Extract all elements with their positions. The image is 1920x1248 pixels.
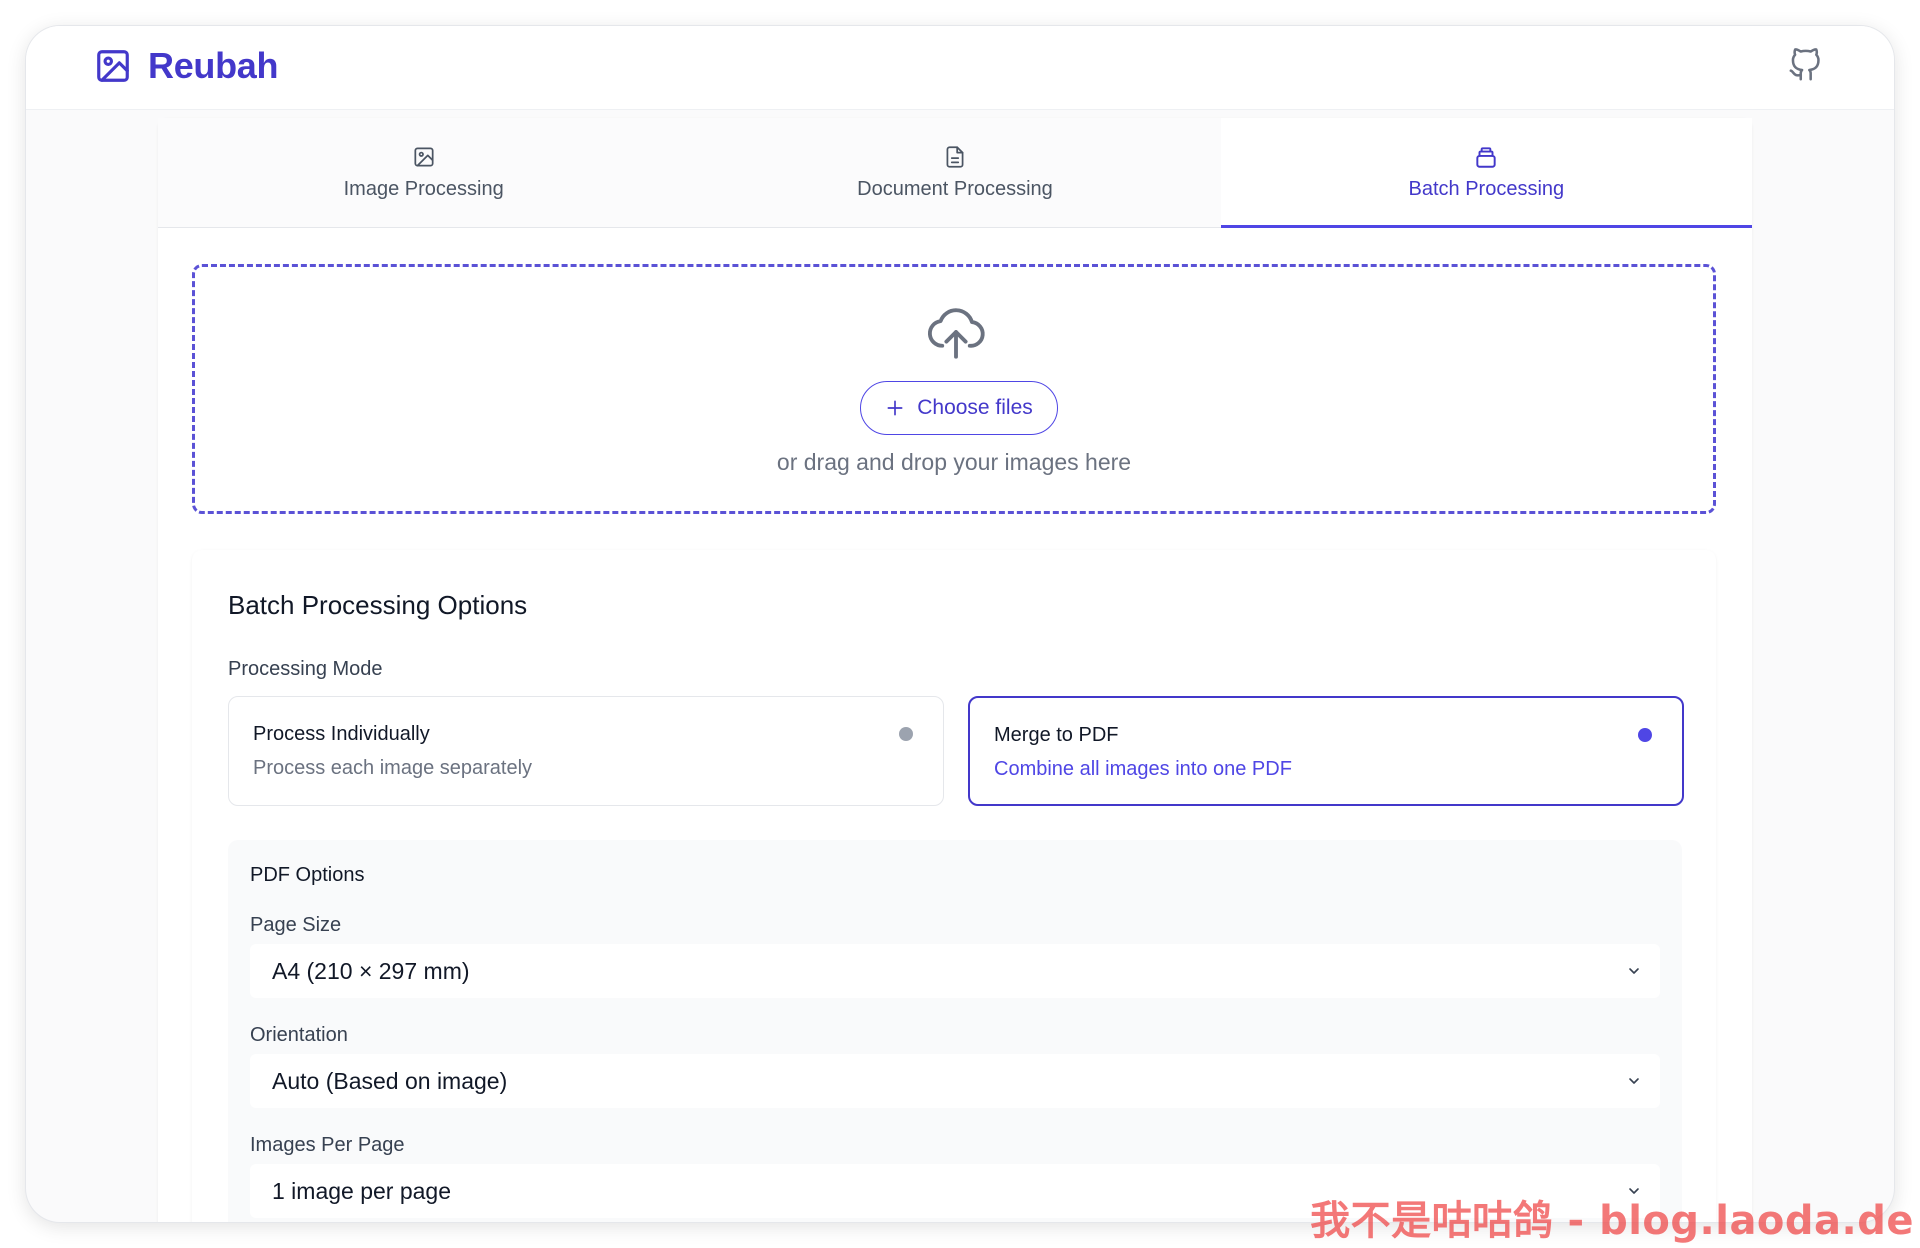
choose-files-button[interactable]: Choose files [860,381,1058,435]
mode-description: Process each image separately [253,757,533,779]
pdf-options-panel: PDF Options Page Size A4 (210 × 297 mm) … [228,840,1682,1222]
image-icon [414,147,434,167]
app-name: Reubah [148,45,279,86]
drop-hint: or drag and drop your images here [776,449,1132,475]
stack-icon [1476,147,1496,168]
orientation-select[interactable]: Auto (Based on image) [250,1054,1660,1108]
tab-document-processing[interactable]: Document Processing [689,118,1221,227]
tab-label: Document Processing [857,178,1053,200]
tab-label: Batch Processing [1408,178,1565,200]
page-size-label: Page Size [250,914,342,936]
mode-process-individually[interactable]: Process Individually Process each image … [228,696,944,806]
orientation-value: Auto (Based on image) [272,1068,508,1094]
page-size-select[interactable]: A4 (210 × 297 mm) [250,944,1660,998]
batch-options-panel: Batch Processing Options Processing Mode… [192,550,1716,1222]
tab-image-processing[interactable]: Image Processing [158,118,690,227]
main-card: Image Processing Document Processing Bat… [158,118,1753,1222]
page-size-value: A4 (210 × 297 mm) [272,958,470,984]
app-header: Reubah [26,26,1894,110]
tab-label: Image Processing [343,178,504,200]
tab-bar: Image Processing Document Processing Bat… [158,118,1753,228]
app-window: Reubah Image Processing Document Process… [26,26,1894,1222]
document-icon [946,146,964,168]
pdf-options-title: PDF Options [250,864,365,886]
mode-name: Merge to PDF [994,724,1119,746]
images-per-page-label: Images Per Page [250,1134,405,1156]
images-per-page-value: 1 image per page [272,1178,452,1204]
file-dropzone[interactable]: Choose files or drag and drop your image… [192,264,1716,514]
image-icon [97,50,129,82]
mode-name: Process Individually [253,723,430,745]
tab-batch-processing[interactable]: Batch Processing [1220,118,1753,228]
github-icon[interactable] [1788,48,1822,82]
chevron-down-icon [1629,968,1639,974]
cloud-upload-icon [927,308,985,359]
radio-indicator [1638,728,1652,742]
brand[interactable]: Reubah [94,45,279,87]
processing-mode-label: Processing Mode [228,658,383,680]
mode-merge-to-pdf[interactable]: Merge to PDF Combine all images into one… [968,696,1684,806]
choose-files-label: Choose files [917,396,1033,419]
mode-description: Combine all images into one PDF [994,758,1292,780]
plus-icon [887,400,903,416]
radio-indicator [899,727,913,741]
watermark: 我不是咕咕鸽 - blog.laoda.de [1310,1198,1914,1244]
batch-options-title: Batch Processing Options [228,590,528,620]
orientation-label: Orientation [250,1024,348,1046]
chevron-down-icon [1629,1078,1639,1084]
